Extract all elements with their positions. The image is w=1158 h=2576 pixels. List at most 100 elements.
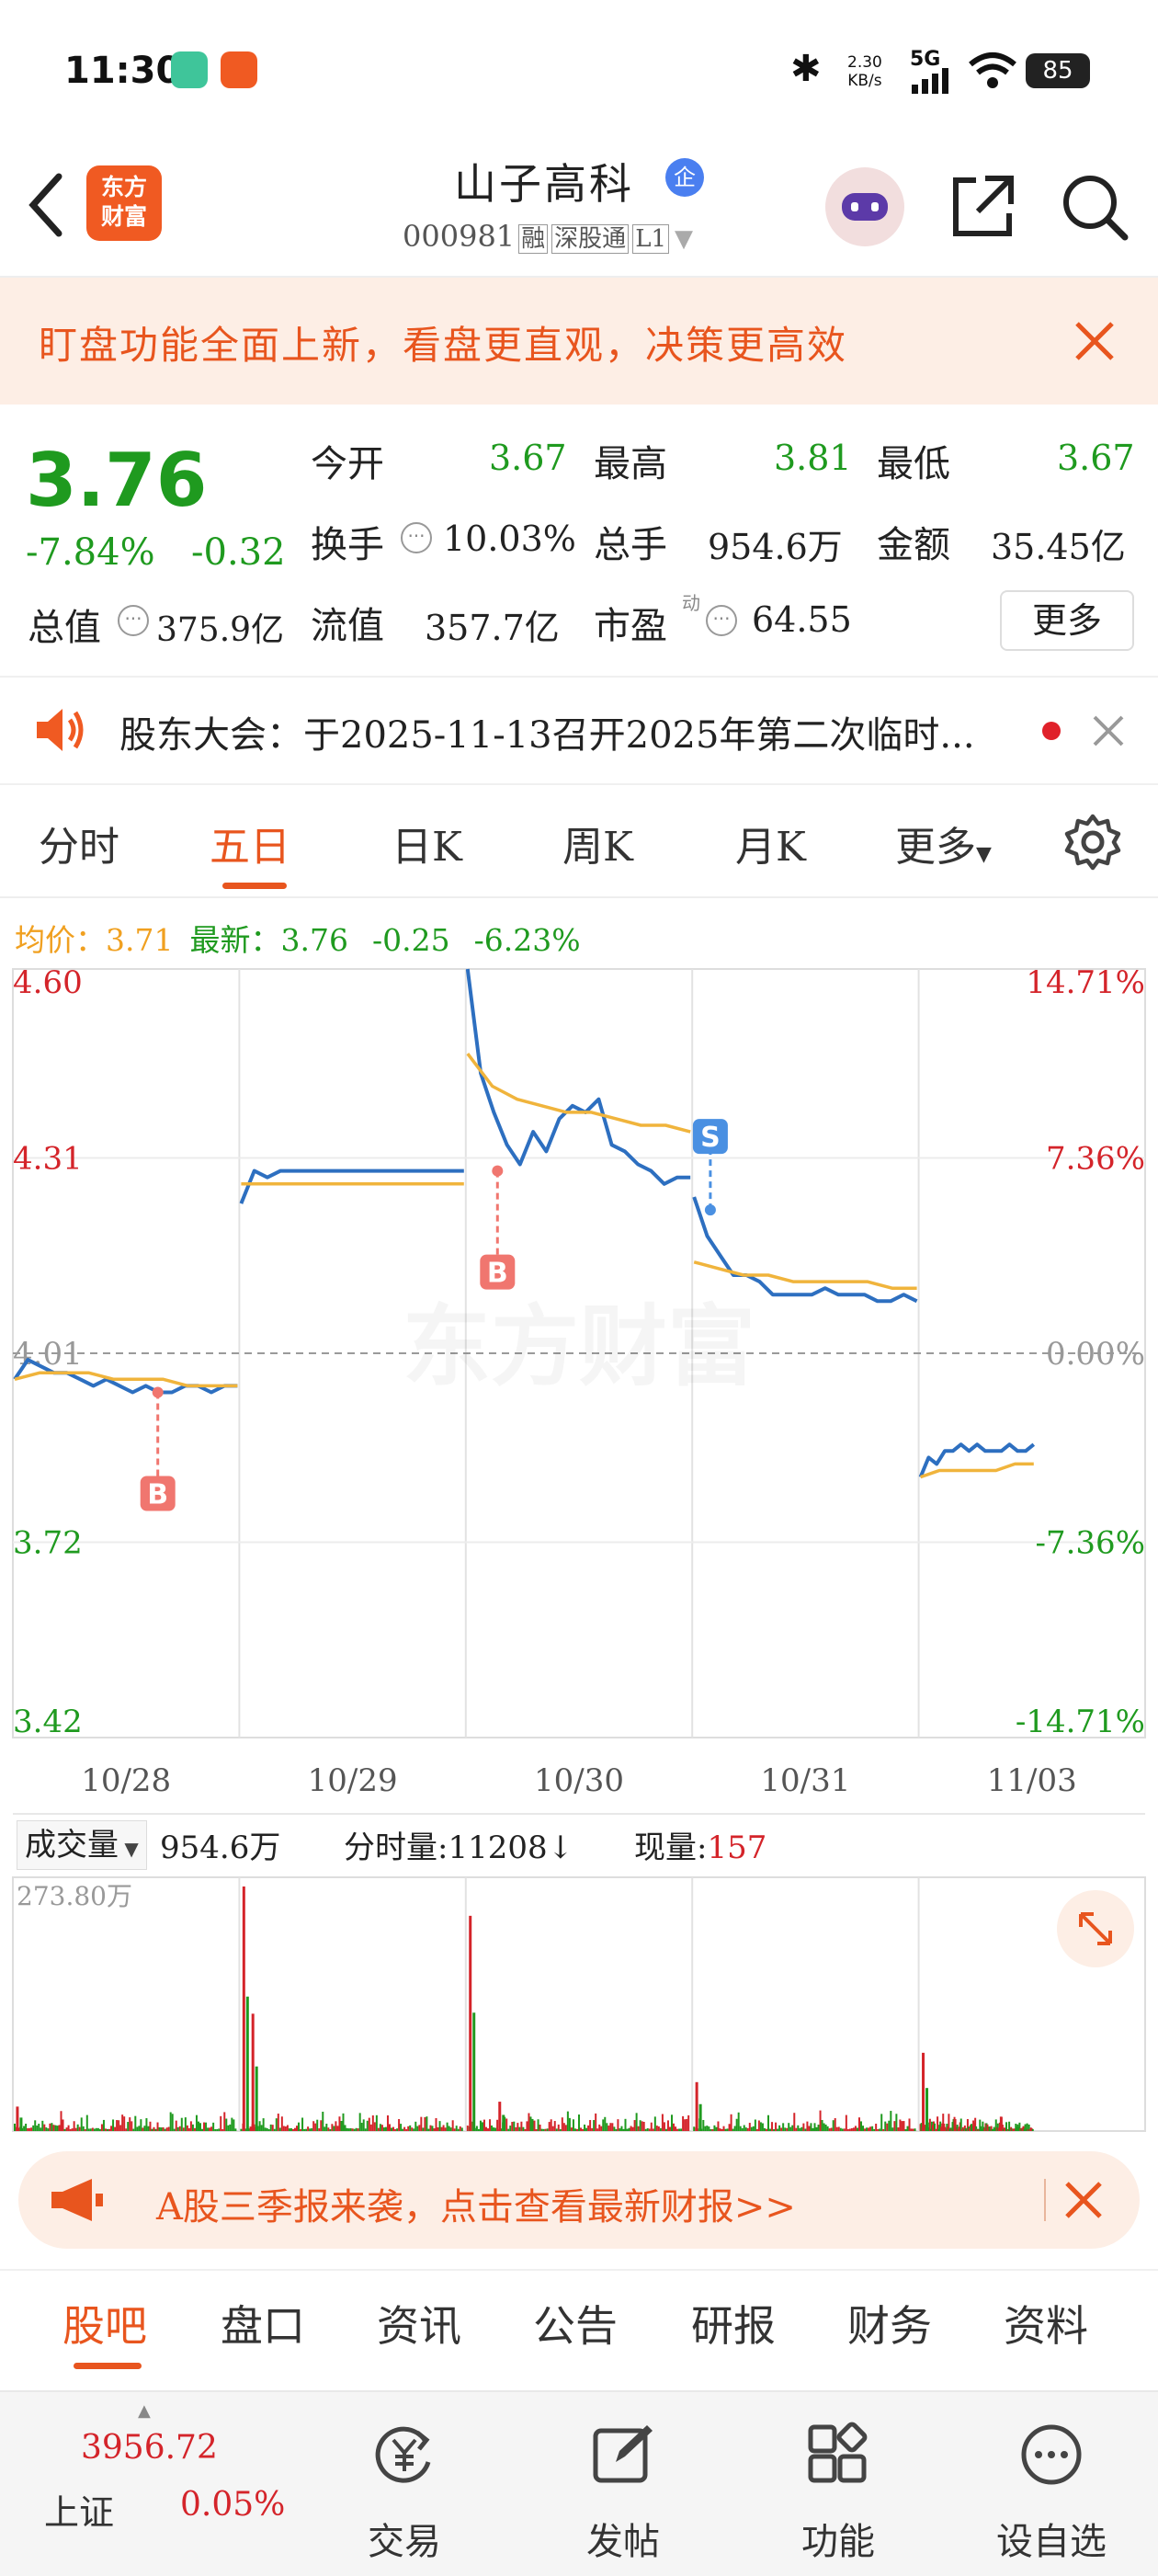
ai-assistant-avatar[interactable] bbox=[825, 167, 904, 246]
latest-change-percent: -6.23% bbox=[473, 922, 581, 958]
app-notification-icon bbox=[171, 51, 208, 88]
caret-down-icon: ▼ bbox=[976, 843, 992, 866]
tab-profile[interactable]: 资料 bbox=[1004, 2293, 1088, 2354]
megaphone-icon bbox=[51, 2179, 103, 2221]
stock-name[interactable]: 山子高科 bbox=[454, 151, 634, 211]
open-value: 3.67 bbox=[489, 438, 567, 478]
stock-header: 东方 财富 山子高科 企 000981 融深股通 L1 ▼ bbox=[0, 138, 1158, 278]
price-line bbox=[465, 968, 691, 1186]
volume-chart[interactable]: 273.80万 bbox=[0, 1874, 1158, 2135]
tab-research[interactable]: 研报 bbox=[691, 2293, 776, 2354]
y-pct-tick-label: -7.36% bbox=[1036, 1524, 1146, 1561]
share-icon[interactable] bbox=[948, 173, 1016, 241]
signal-label: S bbox=[700, 1122, 721, 1154]
tab-five-day[interactable]: 五日 bbox=[210, 814, 290, 872]
chevron-down-icon: ▼ bbox=[119, 1838, 139, 1860]
y-pct-tick-label: -14.71% bbox=[1016, 1704, 1145, 1740]
search-icon[interactable] bbox=[1059, 171, 1130, 243]
x-tick-label: 10/29 bbox=[308, 1762, 398, 1799]
notice-bar[interactable]: 股东大会：于2025-11-13召开2025年第二次临时... bbox=[0, 678, 1158, 785]
avg-price-line bbox=[14, 1371, 238, 1388]
tab-daily-k[interactable]: 日K bbox=[392, 814, 462, 872]
y-pct-tick-label: 14.71% bbox=[1026, 965, 1145, 1001]
current-volume: 现量:157 bbox=[634, 1822, 766, 1867]
volume-select-label: 成交量 bbox=[25, 1827, 119, 1864]
tick-volume: 分时量:11208↓ bbox=[344, 1822, 573, 1867]
tab-weekly-k[interactable]: 周K bbox=[562, 814, 633, 872]
margin-tag: 融 bbox=[518, 224, 549, 254]
enterprise-badge: 企 bbox=[665, 158, 704, 197]
change-amount: -0.32 bbox=[191, 531, 286, 574]
info-icon[interactable]: ··· bbox=[706, 605, 737, 636]
close-icon[interactable] bbox=[1092, 714, 1125, 747]
five-day-price-chart[interactable]: 东方财富4.60 14.71%4.31 7.36%4.01 0.00%3.72 -7.3… bbox=[0, 965, 1158, 1811]
index-name: 上证 bbox=[44, 2492, 115, 2533]
tab-announcements[interactable]: 公告 bbox=[533, 2293, 618, 2354]
current-volume-value: 157 bbox=[707, 1829, 767, 1866]
low-label: 最低 bbox=[877, 443, 950, 485]
open-label: 今开 bbox=[311, 443, 384, 485]
bottom-nav: ▲ 3956.72 上证 0.05% 交易 发帖 功能 设自选 bbox=[0, 2390, 1158, 2576]
close-icon[interactable] bbox=[1064, 2181, 1103, 2219]
volume-frame bbox=[12, 1876, 1146, 2132]
expand-icon[interactable] bbox=[1057, 1890, 1134, 1967]
tab-forum[interactable]: 股吧 bbox=[62, 2293, 147, 2354]
nav-post[interactable]: 发帖 bbox=[531, 2392, 715, 2576]
logo-line-2: 财富 bbox=[100, 203, 147, 230]
status-bar: 11:30 ✱ 2.30 KB/s 5G 85 bbox=[0, 0, 1158, 138]
tab-news[interactable]: 资讯 bbox=[377, 2293, 461, 2354]
nav-trade-label: 交易 bbox=[368, 2521, 441, 2563]
signal-point bbox=[152, 1386, 164, 1398]
net-speed: 2.30 KB/s bbox=[847, 53, 882, 90]
tab-financials[interactable]: 财务 bbox=[847, 2293, 932, 2354]
tick-volume-value: 11208 bbox=[448, 1829, 548, 1866]
connect-tag: 深股通 bbox=[551, 224, 630, 254]
notice-text[interactable]: 股东大会：于2025-11-13召开2025年第二次临时... bbox=[119, 705, 975, 758]
nav-features[interactable]: 功能 bbox=[746, 2392, 930, 2576]
y-pct-tick-label: 7.36% bbox=[1046, 1140, 1145, 1177]
chart-info-line: 均价：3.71 最新：3.76 -0.25 -6.23% bbox=[15, 916, 581, 960]
turnover-label: 换手 bbox=[311, 524, 384, 566]
more-circle-icon bbox=[1021, 2424, 1082, 2485]
wifi-icon bbox=[969, 52, 1016, 88]
latest-change: -0.25 bbox=[371, 922, 450, 958]
index-ticker[interactable]: ▲ 3956.72 上证 0.05% bbox=[0, 2392, 285, 2576]
current-volume-label: 现量: bbox=[634, 1829, 708, 1866]
x-tick-label: 10/31 bbox=[760, 1762, 850, 1799]
change-percent: -7.84% bbox=[26, 531, 155, 574]
signal-point bbox=[704, 1204, 716, 1216]
earnings-promo-banner[interactable]: A股三季报来袭，点击查看最新财报>> bbox=[18, 2151, 1140, 2249]
nav-post-label: 发帖 bbox=[586, 2521, 660, 2563]
price-line bbox=[239, 1168, 464, 1204]
tab-intraday[interactable]: 分时 bbox=[39, 814, 119, 872]
info-icon[interactable]: ··· bbox=[118, 605, 149, 636]
volume-max-label: 273.80万 bbox=[17, 1881, 132, 1911]
latest-label: 最新： bbox=[189, 922, 281, 958]
tab-monthly-k[interactable]: 月K bbox=[735, 814, 806, 872]
nav-add-watchlist[interactable]: 设自选 bbox=[959, 2392, 1143, 2576]
promo-text[interactable]: A股三季报来袭，点击查看最新财报>> bbox=[156, 2177, 796, 2230]
feature-banner[interactable]: 盯盘功能全面上新，看盘更直观，决策更高效 bbox=[0, 278, 1158, 405]
tick-volume-label: 分时量: bbox=[344, 1829, 448, 1866]
volume-select[interactable]: 成交量 ▼ bbox=[17, 1820, 147, 1870]
nav-trade[interactable]: 交易 bbox=[312, 2392, 496, 2576]
x-tick-label: 10/28 bbox=[81, 1762, 171, 1799]
settings-gear-icon[interactable] bbox=[1062, 812, 1123, 872]
signal-icon bbox=[912, 68, 948, 94]
info-icon[interactable]: ··· bbox=[401, 522, 432, 553]
grid-apps-icon bbox=[808, 2422, 868, 2483]
tab-order-book[interactable]: 盘口 bbox=[221, 2293, 305, 2354]
back-arrow-icon[interactable] bbox=[26, 171, 66, 239]
banner-text[interactable]: 盯盘功能全面上新，看盘更直观，决策更高效 bbox=[39, 314, 847, 370]
level-tag: L1 bbox=[632, 224, 669, 254]
unread-dot bbox=[1042, 722, 1061, 740]
app-logo[interactable]: 东方 财富 bbox=[86, 165, 162, 241]
signal-label: B bbox=[147, 1479, 168, 1511]
more-button[interactable]: 更多 bbox=[1000, 590, 1134, 651]
nav-add-watchlist-label: 设自选 bbox=[996, 2521, 1107, 2563]
close-icon[interactable] bbox=[1073, 320, 1116, 362]
stock-code-line[interactable]: 000981 融深股通 L1 ▼ bbox=[403, 219, 693, 254]
tab-more[interactable]: 更多▼ bbox=[895, 814, 992, 872]
net-speed-unit: KB/s bbox=[847, 72, 882, 90]
high-label: 最高 bbox=[594, 443, 667, 485]
